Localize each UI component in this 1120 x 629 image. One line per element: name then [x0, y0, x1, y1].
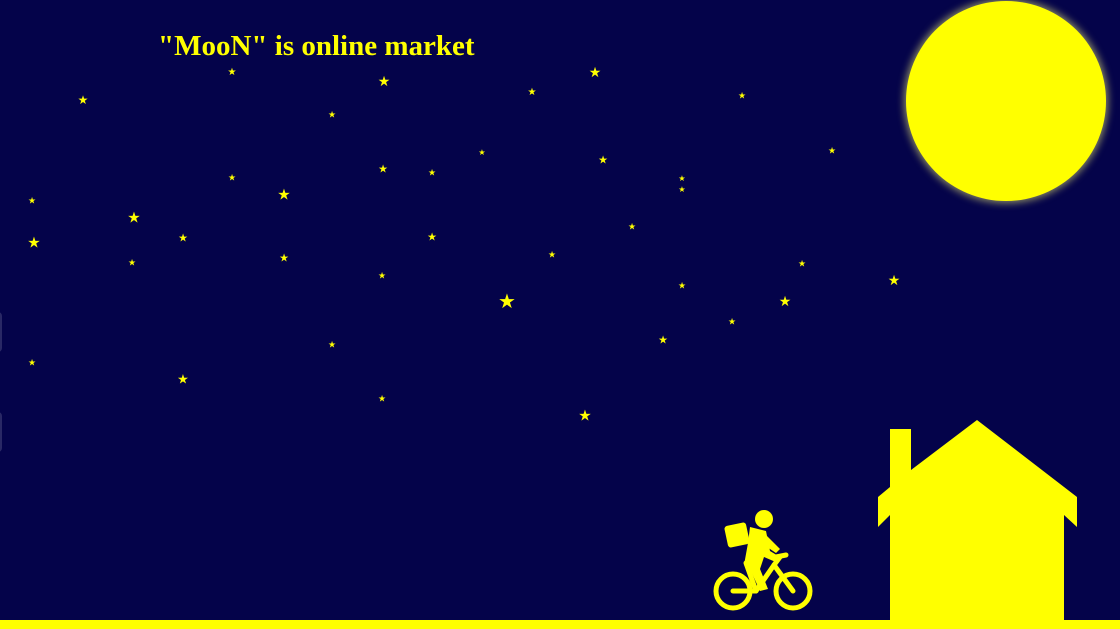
star-icon: ★ — [127, 208, 141, 227]
star-icon: ★ — [778, 294, 792, 310]
star-icon: ★ — [177, 372, 189, 388]
star-icon: ★ — [827, 146, 837, 157]
star-icon: ★ — [178, 231, 188, 245]
star-icon: ★ — [598, 153, 608, 167]
star-icon: ★ — [727, 317, 737, 328]
star-icon: ★ — [797, 259, 807, 270]
page-title: "MooN" is online market — [158, 30, 475, 62]
star-icon: ★ — [327, 340, 337, 351]
star-icon: ★ — [378, 162, 388, 176]
star-icon: ★ — [377, 271, 387, 282]
night-scene: "MooN" is online market ★ ★ ★ ★ ★ ★ ★ ★ ★ ★ ★ ★ ★ ★ ★ ★… — [0, 0, 1120, 629]
star-icon: ★ — [678, 185, 686, 194]
star-icon: ★ — [127, 258, 137, 269]
star-icon: ★ — [427, 168, 437, 179]
star-icon: ★ — [627, 222, 637, 233]
edge-shadow — [0, 312, 2, 352]
star-icon: ★ — [27, 233, 41, 252]
star-icon: ★ — [547, 250, 557, 261]
star-icon: ★ — [77, 93, 89, 107]
star-icon: ★ — [277, 185, 291, 204]
ground-line — [0, 620, 1120, 629]
star-icon: ★ — [677, 281, 687, 292]
star-icon: ★ — [27, 358, 37, 369]
star-icon: ★ — [227, 67, 237, 78]
star-icon: ★ — [678, 174, 686, 183]
star-icon: ★ — [478, 148, 486, 157]
star-icon: ★ — [227, 173, 237, 184]
star-icon: ★ — [327, 110, 337, 121]
edge-shadow — [0, 412, 2, 452]
delivery-cyclist-icon — [713, 510, 813, 611]
star-icon: ★ — [588, 65, 602, 81]
star-icon: ★ — [578, 406, 592, 425]
star-icon: ★ — [498, 289, 516, 313]
star-icon: ★ — [658, 333, 668, 347]
star-icon: ★ — [527, 87, 537, 98]
star-icon: ★ — [377, 394, 387, 405]
moon-icon — [906, 1, 1106, 201]
star-icon: ★ — [279, 251, 289, 265]
star-icon: ★ — [377, 74, 391, 90]
star-icon: ★ — [737, 91, 747, 102]
star-icon: ★ — [887, 273, 901, 289]
star-icon: ★ — [427, 230, 437, 244]
house-icon — [878, 420, 1077, 625]
star-icon: ★ — [27, 196, 37, 207]
